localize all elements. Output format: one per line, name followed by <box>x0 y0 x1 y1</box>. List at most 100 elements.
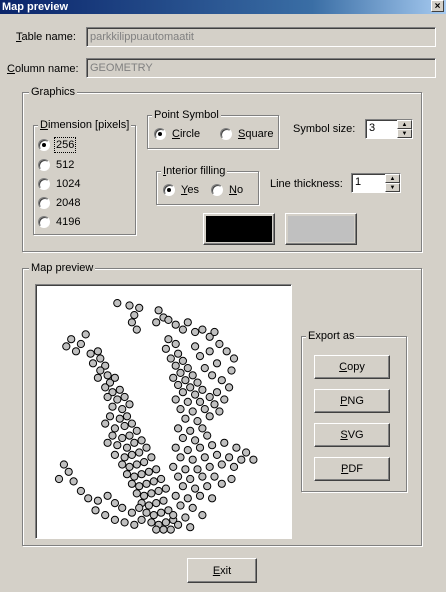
map-point <box>101 511 110 520</box>
map-point <box>212 450 222 459</box>
map-point <box>142 508 151 517</box>
symbol-option-square[interactable]: Square <box>220 128 273 140</box>
map-point <box>137 515 146 524</box>
radio-button[interactable] <box>220 128 232 140</box>
map-point <box>188 455 197 464</box>
map-point <box>120 392 129 402</box>
map-point <box>118 503 127 512</box>
symbol-option-circle[interactable]: Circle <box>154 128 200 140</box>
radio-button[interactable] <box>38 178 50 190</box>
dimension-legend: Dimension [pixels] <box>38 119 132 132</box>
map-point <box>191 390 200 399</box>
map-point <box>176 453 185 462</box>
map-point <box>127 508 137 517</box>
map-point <box>178 482 187 491</box>
radio-button[interactable] <box>38 139 50 151</box>
map-point <box>200 364 209 373</box>
map-point <box>76 486 86 496</box>
map-point <box>96 366 105 375</box>
map-point <box>101 383 110 392</box>
spin-down-icon[interactable]: ▼ <box>385 183 400 192</box>
radio-button[interactable] <box>163 184 175 196</box>
map-preview-group: Map preview Export as Copy P NG S VG P DF <box>22 262 422 546</box>
map-point <box>103 392 112 402</box>
map-point <box>174 349 183 358</box>
map-point <box>198 424 207 433</box>
dimension-option-1024[interactable]: 1024 <box>38 178 80 190</box>
map-point <box>118 433 127 443</box>
map-point <box>125 301 134 310</box>
map-point <box>242 448 251 457</box>
radio-button[interactable] <box>38 216 50 228</box>
map-point <box>225 453 234 462</box>
spin-up-icon[interactable]: ▲ <box>385 174 400 183</box>
map-point <box>69 477 78 486</box>
dimension-option-256[interactable]: 256 <box>38 137 77 153</box>
export-pdf-button[interactable]: P DF <box>314 457 390 481</box>
map-point <box>54 474 64 484</box>
line-thickness-label: Line thickness: <box>270 178 343 190</box>
interior-filling-legend: Interior filling <box>161 165 228 178</box>
spin-up-icon[interactable]: ▲ <box>397 120 412 129</box>
radio-button[interactable] <box>211 184 223 196</box>
map-point <box>210 327 219 337</box>
radio-button[interactable] <box>154 128 166 140</box>
map-point <box>212 359 222 368</box>
map-point <box>93 347 103 356</box>
export-copy-button[interactable]: Copy <box>314 355 390 379</box>
map-point <box>137 436 146 445</box>
filling-option-no[interactable]: No <box>211 184 243 196</box>
map-point <box>174 380 183 390</box>
map-point <box>208 371 217 380</box>
interior-filling-group: Interior filling Yes No <box>156 165 259 205</box>
map-point <box>227 474 236 484</box>
dimension-option-4196[interactable]: 4196 <box>38 216 80 228</box>
map-point <box>166 525 175 534</box>
map-point <box>142 443 151 452</box>
map-point <box>183 397 192 407</box>
spin-down-icon[interactable]: ▼ <box>397 129 412 138</box>
export-png-button[interactable]: P NG <box>314 389 390 413</box>
map-point <box>208 494 217 503</box>
map-point <box>154 306 163 315</box>
filling-option-yes[interactable]: Yes <box>163 184 199 196</box>
map-point <box>132 489 141 498</box>
map-point <box>103 491 112 500</box>
close-icon[interactable]: × <box>431 0 444 12</box>
map-point <box>91 506 100 515</box>
map-point <box>135 503 144 512</box>
map-preview-canvas[interactable] <box>35 284 292 539</box>
map-point <box>203 431 212 440</box>
map-point <box>171 320 180 329</box>
table-name-field[interactable]: parkkilippuautomaatit <box>86 27 436 47</box>
exit-button[interactable]: Exit <box>187 558 257 583</box>
map-point <box>186 426 195 435</box>
export-svg-button[interactable]: S VG <box>314 423 390 447</box>
column-name-field[interactable]: GEOMETRY <box>86 58 436 78</box>
map-point <box>110 373 120 382</box>
symbol-size-value[interactable]: 3 <box>369 122 375 134</box>
fill-color-swatch <box>288 216 354 242</box>
map-point <box>108 402 117 411</box>
line-color-button[interactable] <box>203 213 275 245</box>
map-point <box>135 303 144 312</box>
symbol-size-stepper[interactable]: 3 ▲ ▼ <box>365 119 413 139</box>
map-point <box>229 462 239 471</box>
dimension-option-512[interactable]: 512 <box>38 159 74 171</box>
radio-button[interactable] <box>38 159 50 171</box>
line-thickness-value[interactable]: 1 <box>355 176 361 188</box>
line-thickness-stepper[interactable]: 1 ▲ ▼ <box>351 173 401 193</box>
fill-color-button[interactable] <box>285 213 357 245</box>
window-titlebar: Map preview × <box>0 0 446 14</box>
dimension-option-2048[interactable]: 2048 <box>38 197 80 209</box>
radio-button[interactable] <box>38 197 50 209</box>
map-point <box>93 496 103 505</box>
map-point <box>186 474 195 484</box>
map-point <box>181 465 190 474</box>
map-point <box>220 395 229 404</box>
map-point <box>132 325 141 334</box>
map-point <box>140 458 149 467</box>
map-point <box>149 511 158 520</box>
map-point <box>120 453 129 462</box>
map-point <box>178 325 187 334</box>
